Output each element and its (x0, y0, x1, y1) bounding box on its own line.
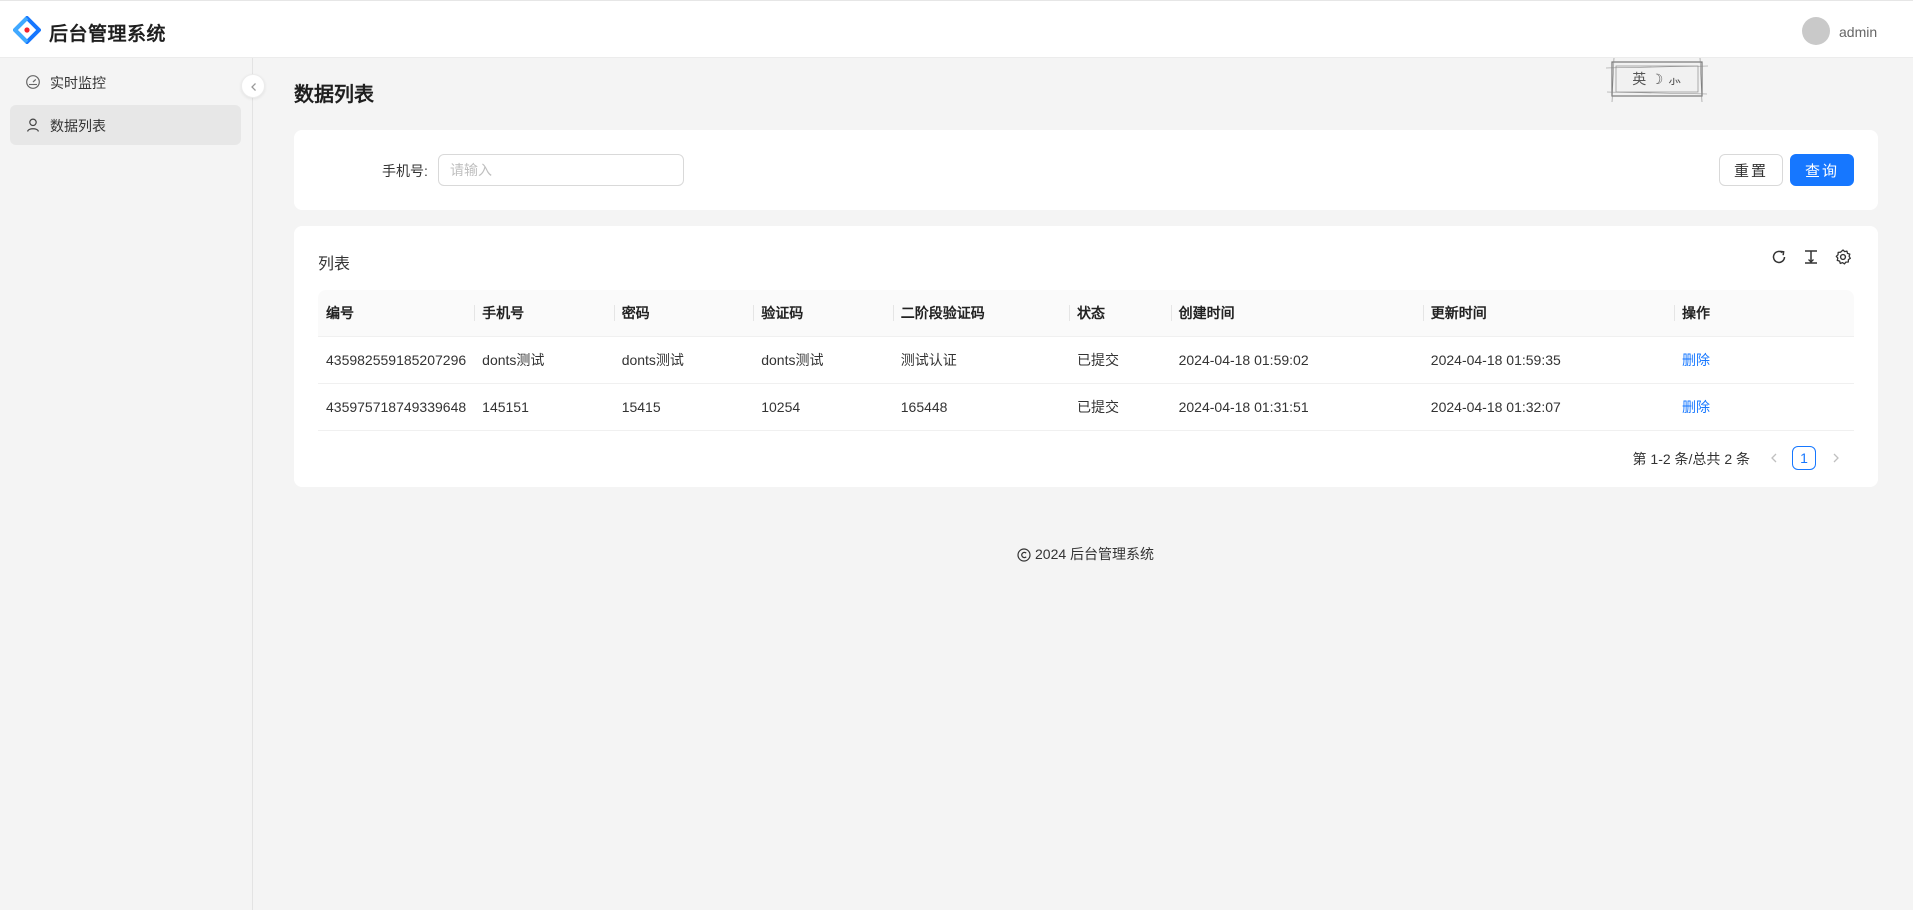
username[interactable]: admin (1839, 24, 1877, 40)
column-header-actions: 操作 (1673, 290, 1854, 337)
search-form-card: 手机号: 重置 查询 (294, 130, 1878, 210)
decorative-stamp: 英 ☽ ⺗ (1605, 57, 1709, 103)
column-header-code[interactable]: 验证码 (753, 290, 893, 337)
cell-actions: 删除 (1673, 383, 1854, 431)
chevron-left-icon[interactable] (1766, 450, 1782, 466)
app-title: 后台管理系统 (49, 24, 167, 45)
column-header-second-code[interactable]: 二阶段验证码 (892, 290, 1069, 337)
top-header: 后台管理系统 admin (0, 0, 1913, 58)
reload-icon[interactable] (1770, 248, 1788, 266)
data-table-card: 列表 编号 手机号 密码 验证码 二阶段验证码 状态 创建时间 更新时间 操作 … (294, 226, 1878, 487)
data-table: 编号 手机号 密码 验证码 二阶段验证码 状态 创建时间 更新时间 操作 435… (318, 290, 1854, 431)
footer-text: 2024 后台管理系统 (1035, 546, 1155, 562)
copyright-icon (1017, 548, 1031, 562)
sidebar: 实时监控 数据列表 (0, 58, 253, 910)
sidebar-item-data-list[interactable]: 数据列表 (10, 105, 241, 145)
cell-code: 10254 (753, 383, 893, 431)
phone-search-input[interactable] (438, 154, 684, 186)
cell-password: donts测试 (613, 336, 754, 384)
avatar[interactable] (1802, 17, 1830, 45)
table-row: 435975718749339648 145151 15415 10254 16… (318, 383, 1854, 431)
column-header-phone[interactable]: 手机号 (474, 290, 614, 337)
column-header-updated[interactable]: 更新时间 (1422, 290, 1674, 337)
chevron-right-icon[interactable] (1828, 450, 1844, 466)
cell-second-code: 165448 (892, 383, 1069, 431)
density-icon[interactable] (1802, 248, 1820, 266)
delete-link[interactable]: 删除 (1682, 352, 1710, 368)
cell-actions: 删除 (1673, 336, 1854, 384)
cell-phone: donts测试 (474, 336, 614, 384)
query-button[interactable]: 查询 (1790, 154, 1854, 186)
pagination-total: 第 1-2 条/总共 2 条 (1632, 451, 1750, 467)
cell-status: 已提交 (1068, 336, 1171, 384)
cell-updated: 2024-04-18 01:32:07 (1422, 383, 1674, 431)
sidebar-item-label: 数据列表 (50, 118, 106, 134)
cell-code: donts测试 (753, 336, 893, 384)
cell-status: 已提交 (1068, 383, 1171, 431)
page-number-current[interactable]: 1 (1792, 446, 1816, 470)
cell-created: 2024-04-18 01:59:02 (1170, 336, 1423, 384)
table-card-title: 列表 (318, 256, 351, 273)
column-header-created[interactable]: 创建时间 (1170, 290, 1423, 337)
cell-updated: 2024-04-18 01:59:35 (1422, 336, 1674, 384)
table-header-row: 编号 手机号 密码 验证码 二阶段验证码 状态 创建时间 更新时间 操作 (318, 290, 1854, 337)
column-header-id[interactable]: 编号 (318, 290, 475, 337)
cell-id: 435975718749339648 (318, 383, 475, 431)
svg-text:英 ☽ ⺗: 英 ☽ ⺗ (1632, 71, 1681, 88)
chevron-left-icon (251, 83, 256, 91)
sidebar-item-label: 实时监控 (50, 75, 106, 91)
cell-password: 15415 (613, 383, 754, 431)
phone-field-label: 手机号: (382, 163, 428, 179)
table-row: 435982559185207296 donts测试 donts测试 donts… (318, 336, 1854, 384)
sidebar-collapse-button[interactable] (241, 74, 265, 98)
column-header-password[interactable]: 密码 (613, 290, 754, 337)
cell-created: 2024-04-18 01:31:51 (1170, 383, 1423, 431)
cell-phone: 145151 (474, 383, 614, 431)
sidebar-item-realtime-monitor[interactable]: 实时监控 (10, 62, 241, 102)
cell-id: 435982559185207296 (318, 336, 475, 384)
cell-second-code: 测试认证 (892, 336, 1069, 384)
user-icon (27, 118, 39, 132)
reset-button[interactable]: 重置 (1719, 154, 1783, 186)
page-title: 数据列表 (294, 84, 374, 106)
diamond-logo-icon[interactable] (13, 16, 41, 44)
settings-icon[interactable] (1834, 248, 1852, 266)
column-header-status[interactable]: 状态 (1068, 290, 1171, 337)
delete-link[interactable]: 删除 (1682, 399, 1710, 415)
dashboard-icon (26, 75, 40, 89)
footer: 2024 后台管理系统 (1017, 544, 1154, 564)
